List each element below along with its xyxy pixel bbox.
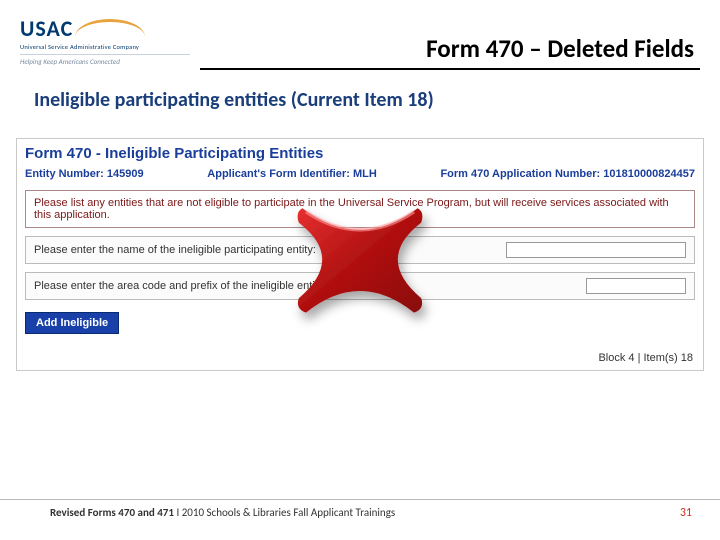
slide-title: Form 470 – Deleted Fields (200, 33, 700, 64)
logo-tagline: Helping Keep Americans Connected (20, 54, 190, 66)
form-meta-row: Entity Number: 145909 Applicant's Form I… (17, 166, 703, 186)
title-underline: Form 470 – Deleted Fields (200, 33, 700, 70)
instruction-box: Please list any entities that are not el… (25, 190, 695, 228)
footer-text: Revised Forms 470 and 471 I 2010 Schools… (50, 506, 395, 520)
entity-number: Entity Number: 145909 (25, 168, 144, 180)
form-identifier: Applicant's Form Identifier: MLH (207, 168, 376, 180)
entity-areacode-label: Please enter the area code and prefix of… (34, 280, 326, 292)
entity-name-label: Please enter the name of the ineligible … (34, 244, 316, 256)
slide-footer: Revised Forms 470 and 471 I 2010 Schools… (0, 499, 720, 520)
usac-logo: USAC Universal Service Administrative Co… (20, 15, 190, 70)
add-ineligible-button[interactable]: Add Ineligible (25, 312, 119, 334)
form-screenshot: Form 470 - Ineligible Participating Enti… (16, 138, 704, 371)
logo-subtext: Universal Service Administrative Company (20, 43, 190, 51)
block-item-label: Block 4 | Item(s) 18 (17, 342, 703, 370)
application-number: Form 470 Application Number: 10181000082… (440, 168, 695, 180)
entity-areacode-row: Please enter the area code and prefix of… (25, 272, 695, 300)
entity-areacode-input[interactable] (586, 278, 686, 294)
entity-name-row: Please enter the name of the ineligible … (25, 236, 695, 264)
slide-subheading: Ineligible participating entities (Curre… (0, 70, 720, 112)
page-number: 31 (680, 506, 692, 520)
entity-name-input[interactable] (506, 242, 686, 258)
slide-header: USAC Universal Service Administrative Co… (0, 0, 720, 70)
form-heading: Form 470 - Ineligible Participating Enti… (17, 139, 703, 166)
